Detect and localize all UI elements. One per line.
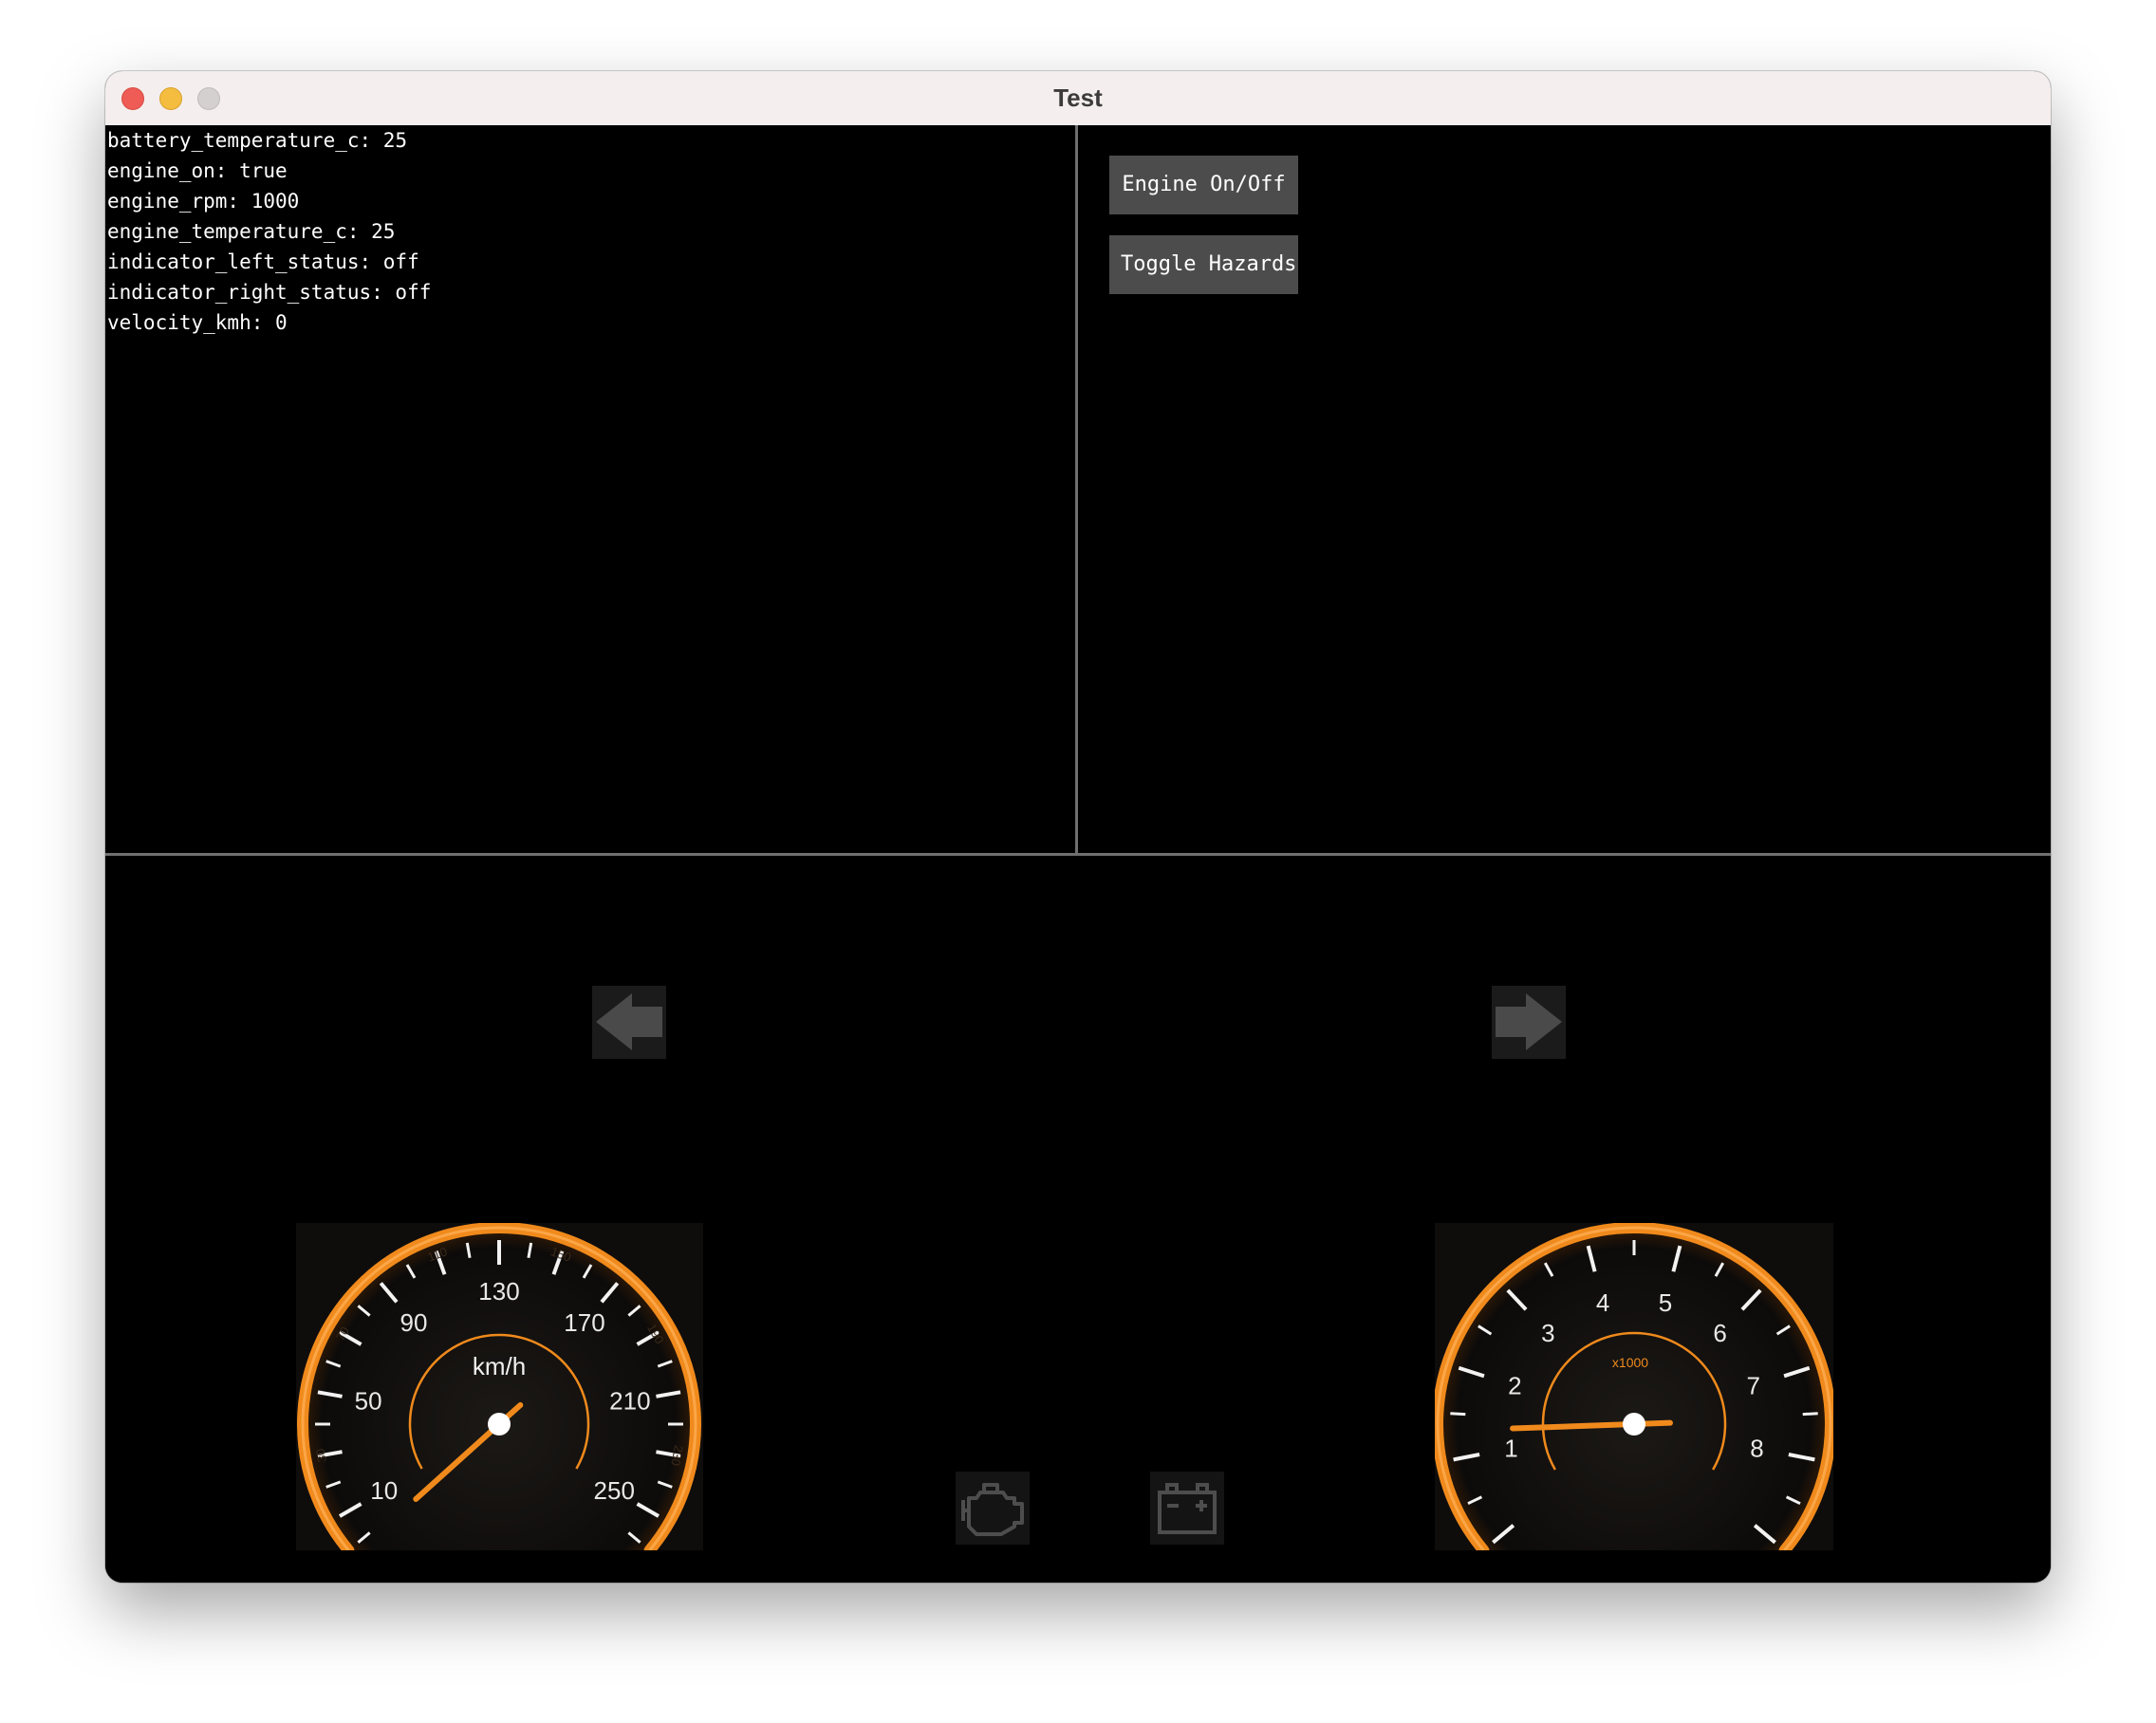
window-title: Test	[1053, 83, 1103, 112]
status-line: engine_rpm: 1000	[107, 190, 300, 213]
rpm-label: 3	[1541, 1319, 1554, 1347]
content-area: battery_temperature_c: 25 engine_on: true…	[105, 125, 2051, 1583]
tachometer-dial: 1234 5678x1000	[1432, 1222, 1836, 1583]
rpm-label: 8	[1750, 1434, 1763, 1462]
left-arrow-icon	[596, 993, 662, 1050]
engine-warning-icon	[961, 1483, 1024, 1536]
speedometer-dial: 1050901301702102503070110 150190230km/h	[297, 1222, 701, 1583]
speed-label: 210	[609, 1387, 650, 1416]
speed-unit-label: km/h	[473, 1352, 526, 1380]
status-line: indicator_left_status: off	[107, 250, 419, 273]
status-line: battery_temperature_c: 25	[107, 129, 408, 152]
rpm-label: 2	[1508, 1372, 1521, 1400]
rpm-unit-label: x1000	[1612, 1355, 1648, 1370]
right-indicator	[1492, 986, 1566, 1059]
needle-hub	[1623, 1413, 1645, 1436]
app-window: Test battery_temperature_c: 25 engine_on:…	[105, 71, 2051, 1583]
rpm-label: 6	[1713, 1319, 1726, 1347]
status-list: battery_temperature_c: 25 engine_on: true…	[107, 125, 431, 338]
dial-face	[1433, 1223, 1835, 1583]
rpm-label: 7	[1746, 1372, 1759, 1400]
speed-label: 50	[355, 1387, 382, 1416]
speedometer: 10 50 90 130 170 210 250 30 70 110 150 190 230 km/h	[296, 1222, 703, 1583]
tachometer: 1 2 3 4 5 6 7 8 x1000	[1432, 1222, 1836, 1583]
speed-minor-label: 30	[313, 1448, 329, 1464]
speed-label: 130	[478, 1277, 519, 1306]
right-arrow-icon	[1496, 993, 1562, 1050]
speed-label: 90	[400, 1308, 428, 1337]
speed-label: 10	[370, 1476, 398, 1505]
status-line: velocity_kmh: 0	[107, 311, 288, 334]
speed-label: 170	[564, 1308, 604, 1337]
engine-warning-light	[956, 1472, 1030, 1545]
toggle-hazards-button[interactable]: Toggle Hazards	[1109, 235, 1298, 294]
vertical-divider	[1075, 125, 1078, 854]
rpm-label: 5	[1659, 1288, 1672, 1317]
tick-mark	[1450, 1412, 1466, 1417]
title-bar: Test	[105, 71, 2051, 126]
battery-warning-light	[1150, 1472, 1224, 1545]
status-line: engine_temperature_c: 25	[107, 220, 396, 243]
horizontal-divider	[105, 853, 2051, 856]
status-line: engine_on: true	[107, 159, 288, 182]
left-indicator	[592, 986, 666, 1059]
battery-warning-icon	[1158, 1483, 1217, 1534]
needle-hub	[488, 1413, 511, 1436]
status-line: indicator_right_status: off	[107, 281, 432, 304]
rpm-label: 4	[1596, 1288, 1609, 1317]
rpm-label: 1	[1504, 1434, 1517, 1462]
tick-mark	[1802, 1412, 1818, 1417]
engine-toggle-button[interactable]: Engine On/Off	[1109, 156, 1298, 214]
speed-label: 250	[594, 1476, 635, 1505]
